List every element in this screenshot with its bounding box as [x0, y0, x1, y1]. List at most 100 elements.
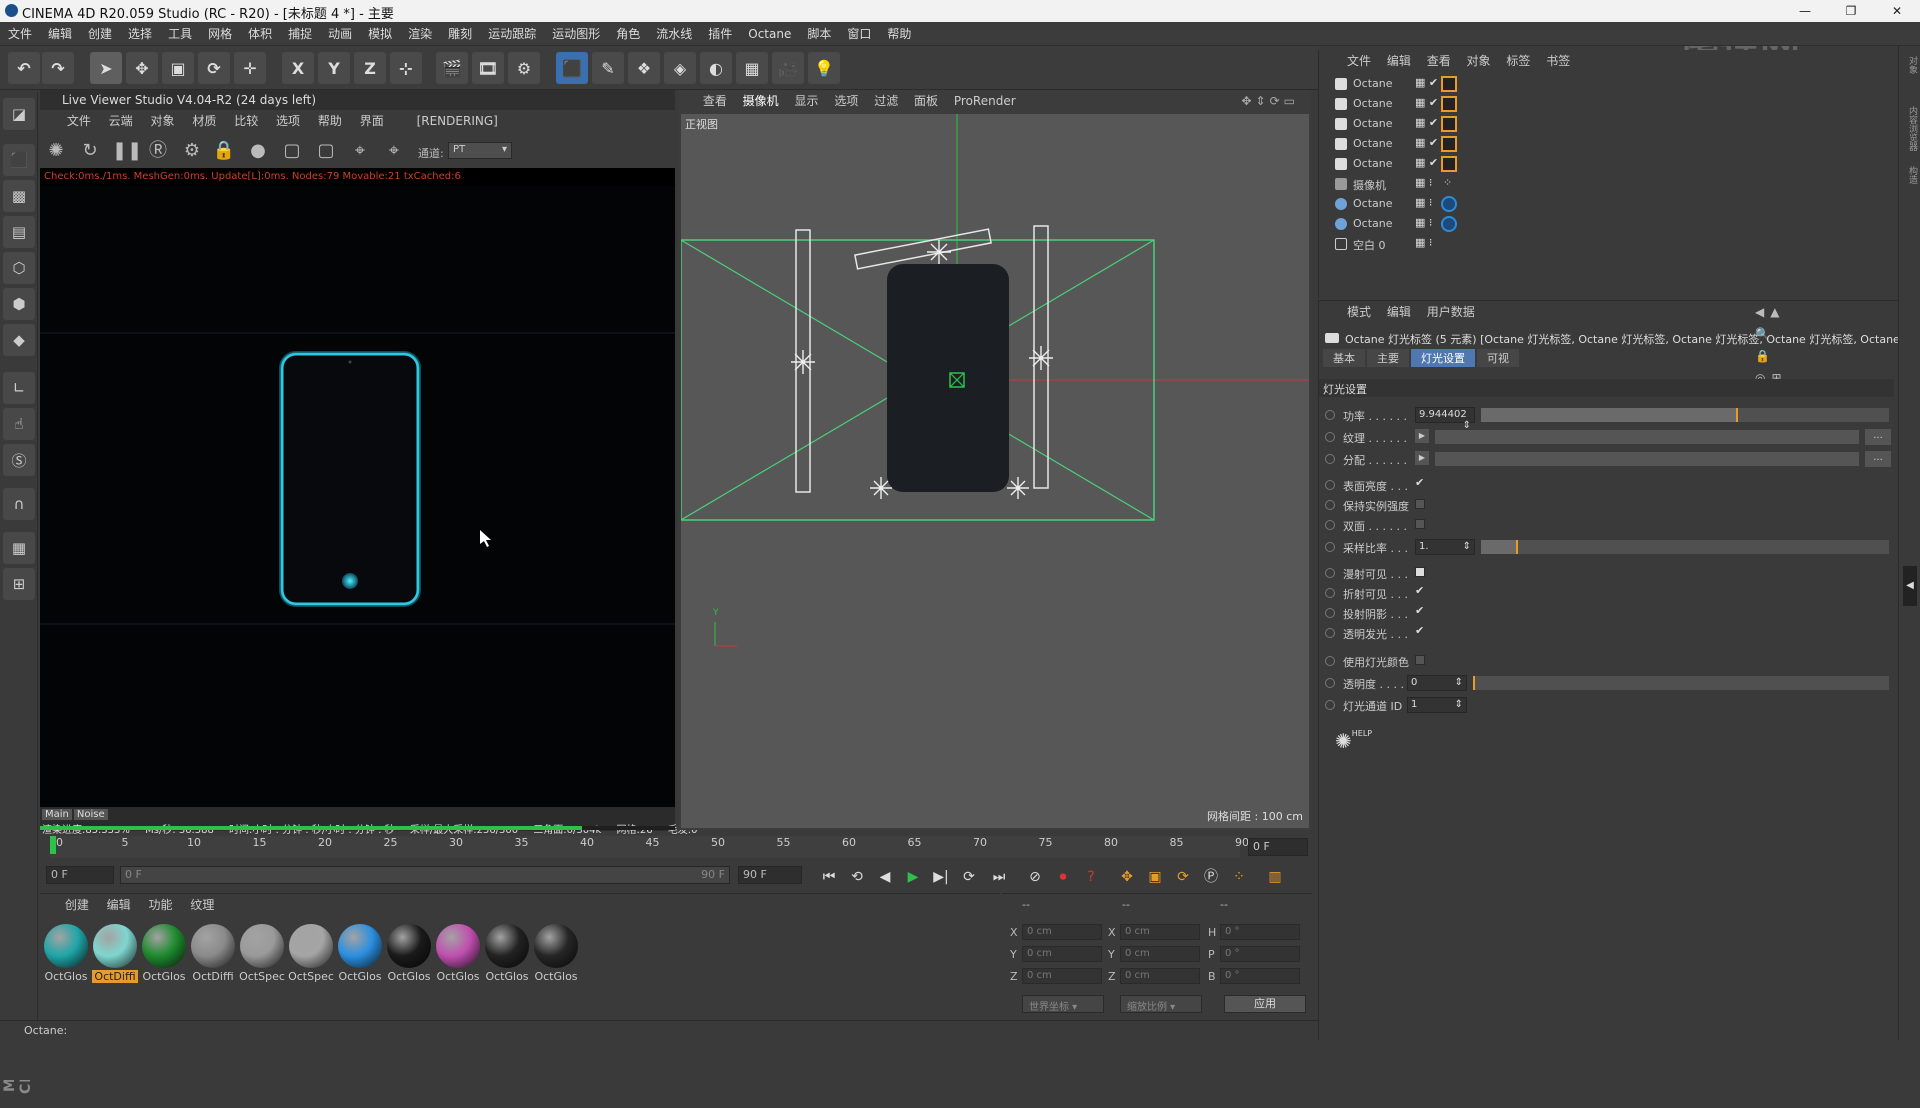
deformer-icon[interactable]: ◈: [664, 52, 696, 84]
octane-environment-tag-icon[interactable]: [1441, 196, 1457, 212]
distribution-link-field[interactable]: [1435, 452, 1859, 466]
object-row[interactable]: Octane ▦ ✔: [1319, 94, 1899, 114]
position-y-field[interactable]: 0 cm: [1022, 946, 1102, 962]
viewport-menu-item[interactable]: 面板: [908, 90, 944, 112]
rotate-tool-icon[interactable]: ⟳: [198, 52, 230, 84]
previous-frame-icon[interactable]: ◀: [874, 866, 896, 888]
sample-rate-slider[interactable]: [1481, 540, 1889, 554]
apply-button[interactable]: 应用: [1224, 995, 1306, 1013]
am-menu-item[interactable]: 编辑: [1381, 301, 1417, 323]
undo-icon[interactable]: ↶: [8, 52, 40, 84]
material-swatch[interactable]: [142, 924, 186, 968]
keyframe-help-icon[interactable]: ?: [1080, 866, 1102, 888]
material-sphere-icon[interactable]: ●: [246, 139, 270, 163]
go-to-end-icon[interactable]: ⏭: [988, 866, 1010, 888]
menu-item[interactable]: 选择: [120, 22, 160, 46]
live-viewer-menu-item[interactable]: 界面: [353, 110, 391, 132]
live-viewer-menu-item[interactable]: 对象: [144, 110, 182, 132]
material-name[interactable]: OctGlos: [484, 970, 530, 983]
menu-item[interactable]: 文件: [0, 22, 40, 46]
om-menu-item[interactable]: 编辑: [1381, 50, 1417, 72]
visibility-toggle-icon[interactable]: ▦ ✔: [1415, 136, 1438, 149]
octane-environment-tag-icon[interactable]: [1441, 216, 1457, 232]
visibility-toggle-icon[interactable]: ▦ ✔: [1415, 76, 1438, 89]
menu-item[interactable]: 工具: [160, 22, 200, 46]
timeline-window-icon[interactable]: ▥: [1264, 866, 1286, 888]
anim-radio[interactable]: [1325, 700, 1335, 710]
octane-send-icon[interactable]: ✺: [44, 139, 68, 163]
object-name[interactable]: 空白 0: [1353, 237, 1395, 253]
autokey-icon[interactable]: ⏺: [1052, 866, 1074, 888]
am-menu-item[interactable]: 模式: [1341, 301, 1377, 323]
visibility-toggle-icon[interactable]: ▦ ⁝: [1415, 236, 1432, 249]
menu-item[interactable]: 运动图形: [544, 22, 608, 46]
size-x-field[interactable]: 0 cm: [1120, 924, 1200, 940]
anim-radio[interactable]: [1325, 608, 1335, 618]
om-menu-item[interactable]: 标签: [1500, 50, 1536, 72]
object-name[interactable]: Octane: [1353, 137, 1395, 150]
object-name[interactable]: Octane: [1353, 117, 1395, 130]
octane-light-tag-icon[interactable]: [1441, 96, 1457, 112]
object-row[interactable]: Octane ▦ ✔: [1319, 114, 1899, 134]
coordinate-space-dropdown[interactable]: 世界坐标 ▾: [1022, 995, 1104, 1013]
timeline-ruler[interactable]: 0 5 10 15 20 25 30 35 40 45 50 55 60 65 70 75 80 85 90: [50, 836, 1249, 858]
z-axis-lock-button[interactable]: Z: [354, 52, 386, 84]
solo-mode-icon[interactable]: Ⓢ: [3, 444, 35, 476]
anim-radio[interactable]: [1325, 628, 1335, 638]
om-menu-item[interactable]: 查看: [1421, 50, 1457, 72]
pick-focus-icon[interactable]: ⌖: [348, 139, 372, 163]
visibility-toggle-icon[interactable]: ▦ ⁝: [1415, 176, 1432, 189]
key-rotation-icon[interactable]: ⟳: [1172, 866, 1194, 888]
menu-item[interactable]: 编辑: [40, 22, 80, 46]
playhead[interactable]: [50, 836, 56, 854]
size-z-field[interactable]: 0 cm: [1120, 968, 1200, 984]
play-icon[interactable]: ▶: [902, 866, 924, 888]
expand-triangle-icon[interactable]: ▶: [1415, 451, 1429, 465]
model-mode-icon[interactable]: ⬛: [3, 144, 35, 176]
object-row[interactable]: 空白 0 ▦ ⁝: [1319, 234, 1899, 254]
rotation-p-field[interactable]: 0 °: [1220, 946, 1300, 962]
position-x-field[interactable]: 0 cm: [1022, 924, 1102, 940]
make-editable-icon[interactable]: ◪: [3, 98, 35, 130]
dock-tab[interactable]: 对象: [1901, 56, 1919, 74]
viewport-menu-item[interactable]: ProRender: [948, 90, 1022, 112]
cast-shadow-checkbox[interactable]: ✔: [1415, 605, 1427, 617]
dock-tab[interactable]: 内容浏览器: [1901, 106, 1919, 151]
power-slider[interactable]: [1481, 408, 1889, 422]
redo-icon[interactable]: ↷: [42, 52, 74, 84]
material-name[interactable]: OctGlos: [386, 970, 432, 983]
anim-radio[interactable]: [1325, 500, 1335, 510]
material-swatch[interactable]: [485, 924, 529, 968]
visibility-toggle-icon[interactable]: ▦ ✔: [1415, 156, 1438, 169]
rotation-h-field[interactable]: 0 °: [1220, 924, 1300, 940]
tweak-mode-icon[interactable]: ☝: [3, 408, 35, 440]
anim-radio[interactable]: [1325, 432, 1335, 442]
scale-tool-icon[interactable]: ▣: [162, 52, 194, 84]
select-cursor-icon[interactable]: ➤: [90, 52, 122, 84]
menu-item[interactable]: 帮助: [879, 22, 919, 46]
record-keyframe-icon[interactable]: ⊘: [1024, 866, 1046, 888]
floor-icon[interactable]: ▦: [736, 52, 768, 84]
opacity-field[interactable]: 0 ⇕: [1407, 675, 1467, 691]
collapse-arrow-icon[interactable]: ◀: [1903, 566, 1917, 606]
visibility-toggle-icon[interactable]: ▦ ✔: [1415, 116, 1438, 129]
render-settings-icon[interactable]: ⚙: [508, 52, 540, 84]
x-axis-lock-button[interactable]: X: [282, 52, 314, 84]
tab-basic[interactable]: 基本: [1323, 349, 1365, 367]
snap-magnet-icon[interactable]: ∩: [3, 488, 35, 520]
om-menu-item[interactable]: 文件: [1341, 50, 1377, 72]
material-menu-item[interactable]: 创建: [58, 894, 96, 916]
material-name[interactable]: OctGlos: [141, 970, 187, 983]
channel-dropdown[interactable]: PT ▾: [448, 142, 512, 159]
menu-item[interactable]: 体积: [240, 22, 280, 46]
field-icon[interactable]: ◐: [700, 52, 732, 84]
rotation-b-field[interactable]: 0 °: [1220, 968, 1300, 984]
use-light-color-checkbox[interactable]: [1415, 655, 1425, 665]
object-name[interactable]: Octane: [1353, 77, 1395, 90]
material-swatch[interactable]: [534, 924, 578, 968]
cube-primitive-icon[interactable]: ⬛: [556, 52, 588, 84]
live-viewer-menu-item[interactable]: 云端: [102, 110, 140, 132]
frame-range-slider[interactable]: 0 F 90 F: [120, 866, 730, 884]
object-name[interactable]: Octane: [1353, 97, 1395, 110]
octane-light-tag-icon[interactable]: [1441, 76, 1457, 92]
